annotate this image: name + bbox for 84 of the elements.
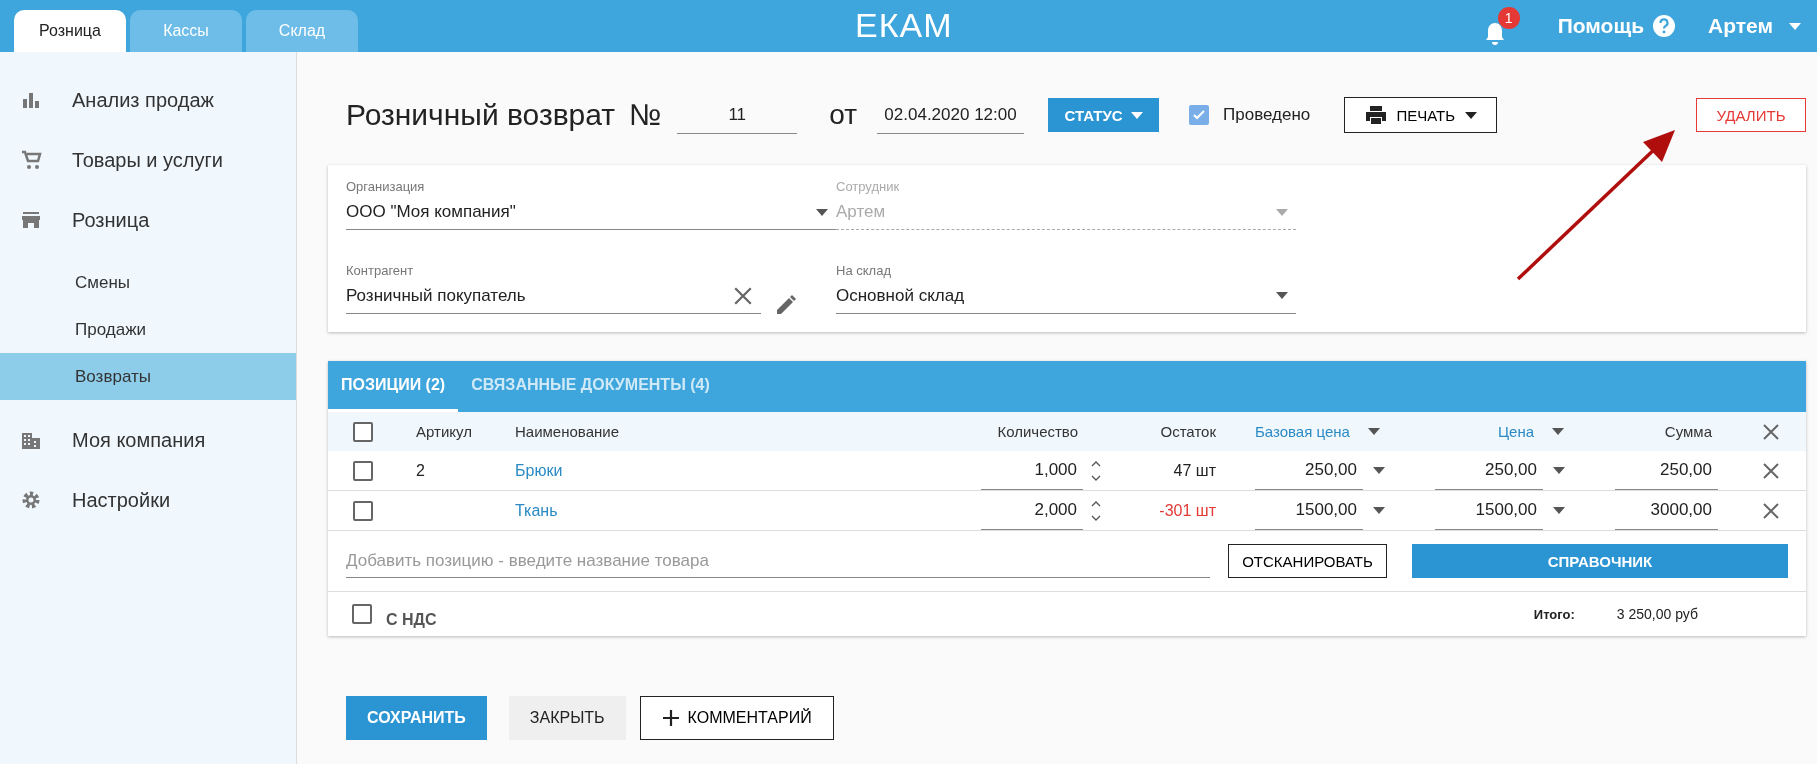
dropdown-caret-icon (816, 208, 828, 216)
dropdown-caret-icon (1553, 507, 1565, 514)
printer-icon (1364, 105, 1387, 125)
checkbox[interactable] (353, 500, 373, 521)
table-cell: 2 (416, 461, 425, 479)
close-icon[interactable] (1762, 461, 1780, 480)
checkbox[interactable] (1189, 105, 1210, 125)
field-label: Организация (346, 179, 426, 195)
sidebar-subitem[interactable]: Смены (0, 259, 296, 306)
dropdown-caret-icon (1373, 507, 1385, 514)
dropdown-field[interactable]: Основной склад (836, 278, 1296, 314)
close-icon[interactable] (1762, 422, 1780, 441)
building-icon (20, 430, 42, 450)
comment-button[interactable]: КОММЕНТАРИЙ (639, 696, 834, 740)
total-value: 3 250,00 руб (1616, 606, 1698, 622)
column-header[interactable]: Цена (1498, 423, 1535, 440)
scan-button[interactable]: ОТСКАНИРОВАТЬ (1228, 544, 1387, 578)
caret-icon (1789, 22, 1801, 30)
product-link[interactable]: Ткань (515, 501, 558, 519)
bar-chart-icon (20, 90, 42, 110)
cart-icon (20, 150, 42, 170)
stock-cell: 47 шт (1173, 461, 1216, 479)
date-label: от (829, 99, 858, 131)
total-label: Итого: (1533, 606, 1575, 622)
dropdown-caret-icon (1373, 467, 1385, 474)
page-title: Розничный возврат (346, 98, 616, 132)
checkbox[interactable] (353, 460, 373, 481)
price-field[interactable]: 1500,00 (1255, 491, 1363, 530)
sum-field[interactable]: 3000,00 (1615, 491, 1718, 530)
checkbox-label: Проведено (1223, 105, 1311, 125)
column-header: Артикул (416, 423, 472, 440)
checkbox[interactable] (353, 421, 373, 442)
sidebar-item[interactable]: Настройки (0, 470, 296, 530)
sidebar-item[interactable]: Моя компания (0, 410, 296, 470)
column-header[interactable]: Базовая цена (1255, 423, 1350, 440)
quantity-field[interactable]: 2,000 (981, 491, 1083, 530)
column-header: Количество (997, 423, 1078, 440)
dropdown-caret-icon (1276, 292, 1288, 299)
checkbox-label: С НДС (386, 611, 437, 629)
price-field[interactable]: 250,00 (1255, 451, 1363, 490)
checkbox[interactable] (352, 604, 372, 624)
close-icon[interactable] (1762, 501, 1780, 520)
store-icon (20, 210, 42, 230)
delete-button[interactable]: УДАЛИТЬ (1696, 98, 1806, 132)
notification-badge: 1 (1497, 7, 1520, 29)
plus-icon (661, 709, 680, 727)
close-button[interactable]: ЗАКРЫТЬ (508, 696, 626, 740)
sidebar-item[interactable]: Товары и услуги (0, 130, 296, 190)
print-button[interactable]: ПЕЧАТЬ (1344, 97, 1498, 133)
number-field[interactable]: 11 (677, 96, 798, 134)
product-link[interactable]: Брюки (515, 461, 563, 479)
caret-icon (1130, 111, 1143, 119)
logo: ЕКАМ (855, 6, 953, 45)
settings-icon (20, 490, 42, 510)
column-header: Сумма (1664, 423, 1712, 440)
sidebar-subitem[interactable]: Возвраты (0, 353, 296, 400)
field-label: На склад (836, 262, 892, 279)
column-header: Наименование (515, 423, 619, 440)
date-field[interactable]: 02.04.2020 12:00 (877, 96, 1025, 134)
field-label: Контрагент (346, 262, 415, 279)
field-label: Сотрудник (836, 179, 901, 195)
sum-field[interactable]: 250,00 (1615, 451, 1718, 490)
price-field[interactable]: 1500,00 (1435, 491, 1543, 530)
add-item-field[interactable]: Добавить позицию - введите название товара (346, 544, 1210, 578)
sort-caret-icon (1552, 428, 1565, 435)
help-icon (1652, 14, 1677, 38)
quantity-field[interactable]: 1,000 (981, 451, 1083, 490)
dropdown-caret-icon (1276, 208, 1288, 216)
sidebar-item[interactable]: Анализ продаж (0, 70, 296, 130)
input-field[interactable]: Розничный покупатель (346, 278, 761, 314)
top-tab[interactable]: Розница (14, 10, 126, 52)
sidebar-subitem[interactable]: Продажи (0, 306, 296, 353)
sort-caret-icon (1367, 428, 1380, 435)
sidebar-item[interactable]: Розница (0, 190, 296, 250)
stock-cell: -301 шт (1159, 501, 1216, 519)
column-header: Остаток (1160, 423, 1216, 440)
caret-icon (1465, 111, 1478, 119)
price-field[interactable]: 250,00 (1435, 451, 1543, 490)
close-icon[interactable] (733, 285, 753, 306)
dropdown-caret-icon (1553, 467, 1565, 474)
dropdown-field[interactable]: ООО "Моя компания" (346, 195, 836, 230)
pencil-icon[interactable] (775, 294, 797, 317)
number-label: № (629, 98, 662, 132)
bell-icon[interactable] (1483, 21, 1506, 47)
